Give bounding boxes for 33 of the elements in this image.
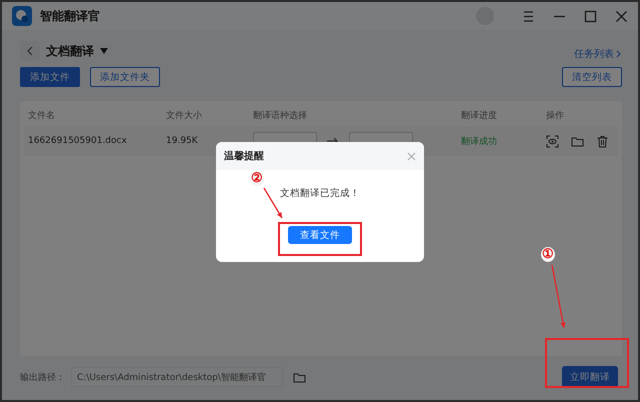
task-list-link[interactable]: 任务列表 (574, 47, 622, 61)
column-header: 翻译进度 (461, 110, 498, 123)
maximize-icon[interactable] (584, 10, 597, 22)
page-title[interactable]: 文档翻译 (46, 42, 94, 60)
file-size-cell-text: 19.95K (166, 136, 199, 146)
output-path-label: 输出路径： (20, 372, 65, 384)
caret-icon[interactable] (100, 48, 108, 54)
add-folder-button[interactable]: 添加文件夹 (90, 67, 160, 87)
output-path-field[interactable]: C:\Users\Administrator\desktop\智能翻译官 (71, 367, 283, 387)
folder-icon[interactable] (571, 134, 584, 148)
back-button[interactable] (20, 41, 40, 61)
column-header: 文件大小 (166, 110, 203, 123)
column-header: 翻译语种选择 (253, 110, 308, 123)
preview-icon[interactable] (546, 134, 559, 148)
file-name-cell-text: 1662691505901.docx (28, 136, 128, 146)
column-header: 操作 (546, 110, 565, 123)
view-file-button[interactable]: 查看文件 (288, 226, 352, 244)
chevron-left-icon (26, 46, 34, 56)
window-title: 智能翻译官 (40, 8, 100, 24)
app-logo-icon (12, 6, 32, 26)
clear-list-button[interactable]: 清空列表 (562, 67, 622, 87)
column-header: 文件名 (28, 110, 56, 123)
annotation-arrow (551, 264, 566, 328)
chevron-right-icon (616, 50, 622, 58)
add-file-button[interactable]: 添加文件 (20, 67, 80, 87)
status-cell-text: 翻译成功 (461, 136, 498, 148)
menu-icon[interactable] (522, 10, 535, 22)
delete-icon[interactable] (596, 134, 609, 148)
translate-now-button[interactable]: 立即翻译 (562, 366, 618, 388)
dialog-message: 文档翻译已完成！ (280, 187, 360, 200)
arrow-right-icon (327, 137, 339, 145)
folder-icon[interactable] (293, 370, 306, 384)
close-icon[interactable] (615, 10, 628, 22)
